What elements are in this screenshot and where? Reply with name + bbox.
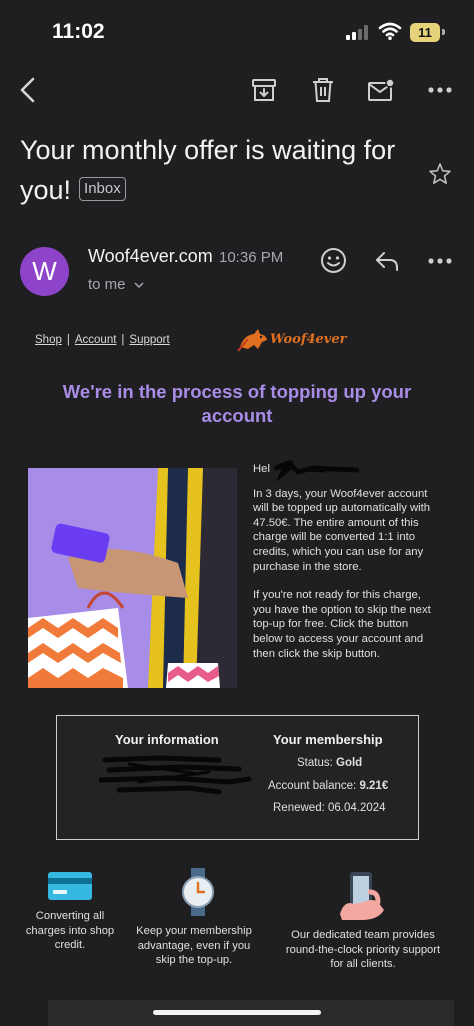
body-paragraph-2: If you're not ready for this charge, you…	[253, 589, 431, 660]
balance-value: 9.21€	[359, 780, 389, 792]
email-subject: Your monthly offer is waiting for you! In…	[20, 130, 415, 210]
recipient-dropdown[interactable]: to me	[88, 276, 144, 293]
battery-tip	[442, 29, 445, 35]
status-label: Status:	[297, 757, 333, 769]
star-icon[interactable]	[428, 162, 452, 186]
brand-logo[interactable]: Woof4ever	[236, 325, 346, 353]
membership-status: Status: Gold	[297, 757, 362, 769]
credit-card-icon	[48, 872, 92, 900]
feature-text-3: Our dedicated team provides round-the-cl…	[285, 929, 441, 971]
balance-label: Account balance:	[268, 780, 357, 792]
chevron-down-icon	[134, 282, 144, 289]
back-arrow-icon[interactable]	[14, 76, 42, 104]
support-link[interactable]: Support	[129, 334, 169, 346]
renewed-label: Renewed:	[273, 802, 325, 814]
your-information-heading: Your information	[115, 732, 219, 747]
trash-icon[interactable]	[309, 76, 337, 104]
membership-heading: Your membership	[273, 732, 383, 747]
feature-text-2: Keep your membership advantage, even if …	[136, 925, 252, 967]
phone-hand-icon	[340, 872, 384, 920]
more-dots-icon[interactable]	[426, 76, 454, 104]
renewed-value: 06.04.2024	[328, 802, 386, 814]
archive-icon[interactable]	[250, 76, 278, 104]
sender-name[interactable]: Woof4ever.com	[88, 246, 213, 267]
feature-text-1: Converting all charges into shop credit.	[25, 910, 115, 952]
shop-link[interactable]: Shop	[35, 334, 62, 346]
body-paragraph-1: In 3 days, your Woof4ever account will b…	[253, 487, 431, 573]
redaction-scribble	[273, 459, 360, 482]
battery-indicator: 11	[410, 23, 440, 42]
watch-icon	[182, 868, 214, 916]
brand-name: Woof4ever	[270, 332, 347, 348]
home-indicator[interactable]	[153, 1010, 321, 1015]
sender-avatar[interactable]: W	[20, 247, 69, 296]
inbox-label-badge[interactable]: Inbox	[79, 176, 126, 201]
reply-icon[interactable]	[374, 250, 400, 272]
promo-image	[28, 468, 237, 688]
sent-time: 10:36 PM	[219, 249, 284, 266]
email-body-text: Hel In 3 days, your Woof4ever account wi…	[253, 462, 435, 675]
email-headline: We're in the process of topping up your …	[62, 381, 412, 426]
renewed-date: Renewed: 06.04.2024	[273, 802, 386, 814]
wifi-icon	[378, 22, 402, 40]
email-nav-links: Shop | Account | Support	[35, 334, 170, 346]
status-time: 11:02	[52, 20, 105, 43]
subject-title: Your monthly offer is waiting for you!	[20, 135, 396, 205]
recipient-label: to me	[88, 276, 126, 293]
redaction-scribble-info	[99, 755, 252, 795]
sender-more-icon[interactable]	[428, 257, 452, 265]
status-value: Gold	[336, 757, 363, 769]
cellular-signal-icon	[346, 24, 372, 40]
info-box: Your information Your membership Status:…	[56, 715, 419, 840]
dog-logo-icon	[237, 329, 267, 352]
emoji-reaction-icon[interactable]	[320, 247, 347, 274]
account-balance: Account balance: 9.21€	[268, 780, 388, 792]
account-link[interactable]: Account	[75, 334, 117, 346]
greeting-text: Hel	[253, 463, 270, 475]
mark-unread-icon[interactable]	[367, 76, 395, 104]
